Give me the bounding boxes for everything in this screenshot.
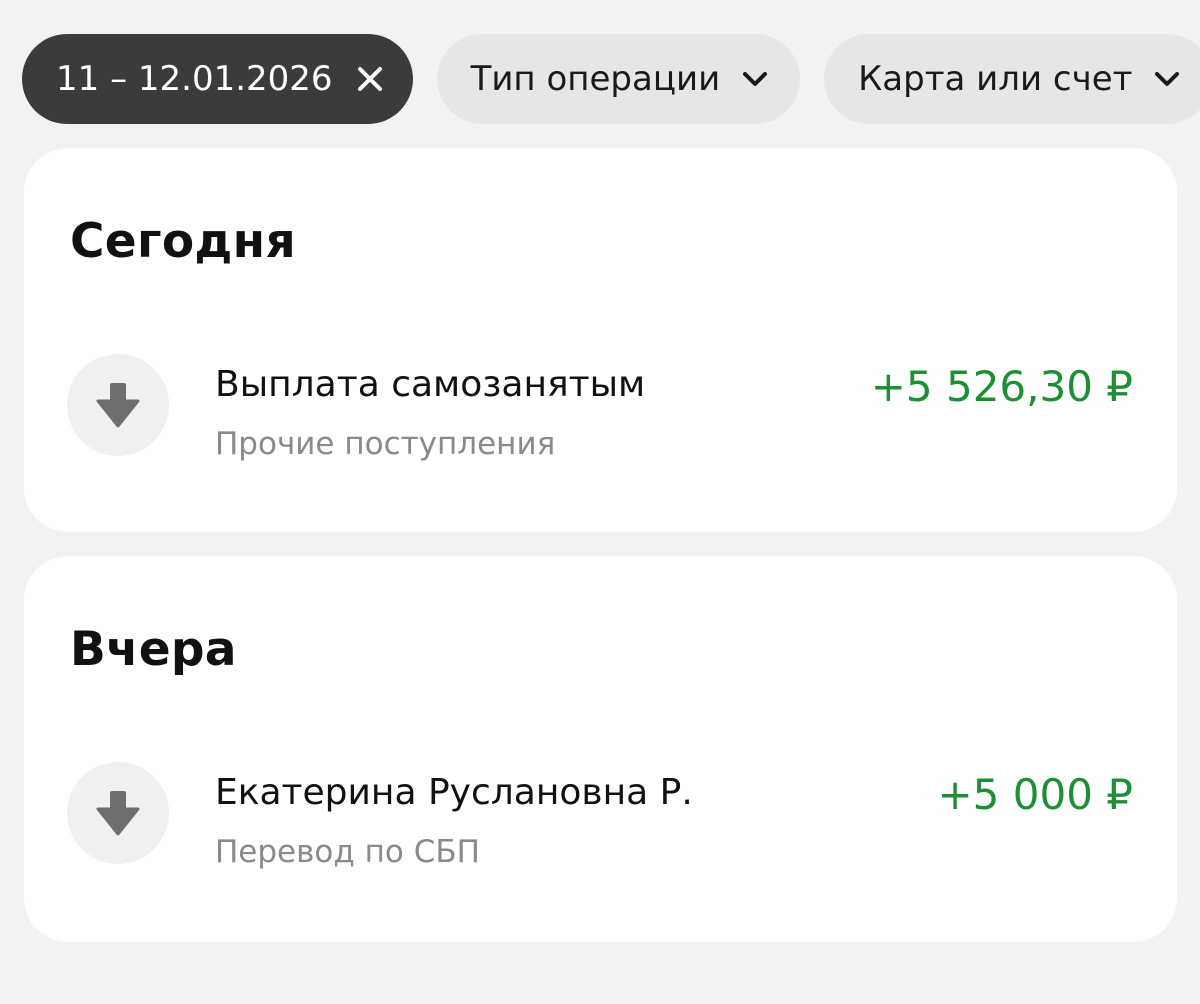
section-title: Сегодня: [70, 214, 296, 269]
section-today-card: Сегодня Выплата самозанятым Прочие посту…: [24, 148, 1177, 532]
section-yesterday-card: Вчера Екатерина Руслановна Р. Перевод по…: [24, 556, 1177, 942]
card-or-account-filter-chip[interactable]: Карта или счет: [824, 34, 1200, 124]
transaction-title: Екатерина Руслановна Р.: [215, 772, 693, 813]
transaction-row[interactable]: Екатерина Руслановна Р. Перевод по СБП +…: [67, 762, 1133, 870]
operation-type-filter-chip[interactable]: Тип операции: [436, 34, 801, 124]
chevron-down-icon: [742, 70, 768, 88]
section-title: Вчера: [70, 622, 237, 677]
date-range-filter-chip[interactable]: 11 – 12.01.2026: [22, 34, 413, 124]
card-or-account-label: Карта или счет: [858, 59, 1133, 99]
transaction-category: Перевод по СБП: [215, 834, 480, 870]
date-range-label: 11 – 12.01.2026: [56, 59, 333, 99]
transaction-row[interactable]: Выплата самозанятым Прочие поступления +…: [67, 354, 1133, 462]
operation-type-label: Тип операции: [470, 59, 721, 99]
close-icon[interactable]: [355, 64, 385, 94]
transaction-amount: +5 000 ₽: [937, 770, 1133, 819]
transaction-amount: +5 526,30 ₽: [870, 362, 1133, 411]
transaction-category: Прочие поступления: [215, 426, 556, 462]
chevron-down-icon: [1154, 70, 1180, 88]
filter-bar: 11 – 12.01.2026 Тип операции Карта или с…: [22, 34, 1200, 124]
transaction-title: Выплата самозанятым: [215, 364, 646, 405]
arrow-down-icon: [67, 762, 169, 864]
arrow-down-icon: [67, 354, 169, 456]
